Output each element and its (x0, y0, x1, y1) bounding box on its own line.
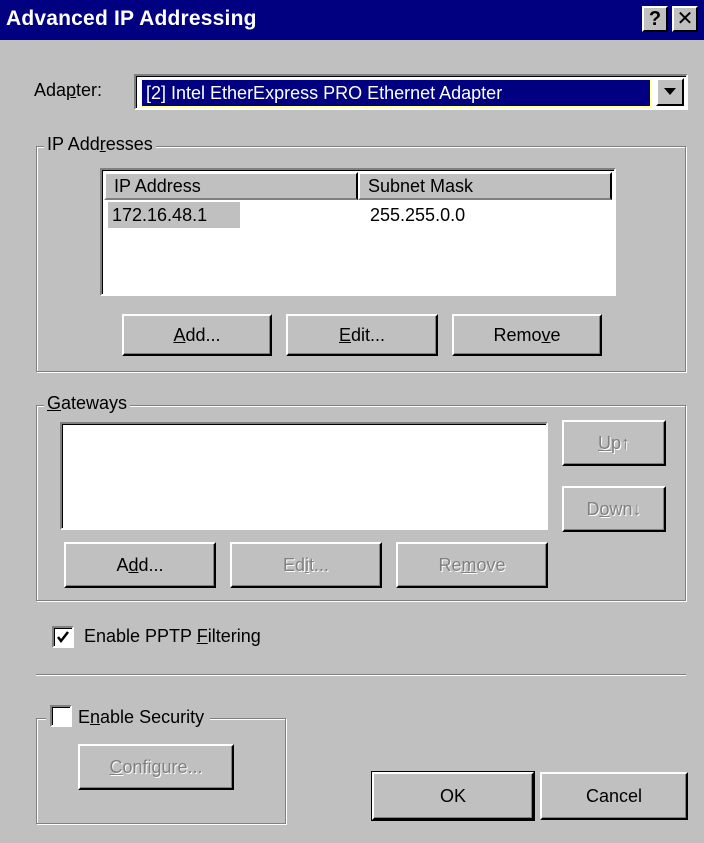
subnet-mask-cell[interactable]: 255.255.0.0 (370, 202, 465, 228)
cancel-button[interactable]: Cancel (540, 772, 688, 820)
column-header-ip-address[interactable]: IP Address (104, 172, 358, 200)
close-icon: ✕ (676, 8, 694, 30)
security-group-title: Enable Security (46, 705, 211, 728)
gateway-remove-button[interactable]: Remove (396, 542, 548, 588)
ip-edit-button[interactable]: Edit... (286, 314, 438, 356)
pptp-filtering-label[interactable]: Enable PPTP Filtering (84, 626, 261, 647)
gateway-edit-button[interactable]: Edit... (230, 542, 382, 588)
adapter-selected-value: [2] Intel EtherExpress PRO Ethernet Adap… (141, 79, 651, 107)
window-title: Advanced IP Addressing (6, 7, 257, 30)
ok-button[interactable]: OK (371, 771, 535, 821)
checkmark-icon (57, 631, 69, 644)
ip-address-cell[interactable]: 172.16.48.1 (108, 202, 240, 228)
enable-security-checkbox[interactable] (50, 705, 72, 727)
ip-remove-button[interactable]: Remove (452, 314, 602, 356)
gateway-add-button[interactable]: Add... (64, 542, 216, 588)
ip-addresses-group-title: IP Addresses (44, 134, 156, 155)
ip-address-list[interactable]: IP Address Subnet Mask 172.16.48.1 255.2… (100, 168, 616, 296)
close-button[interactable]: ✕ (672, 6, 698, 32)
adapter-dropdown-button[interactable] (656, 78, 684, 106)
enable-security-label[interactable]: Enable Security (78, 707, 204, 727)
adapter-combobox[interactable]: [2] Intel EtherExpress PRO Ethernet Adap… (134, 74, 688, 110)
adapter-label: Adapter: (34, 80, 103, 100)
ip-add-button[interactable]: Add... (122, 314, 272, 356)
title-bar[interactable]: Advanced IP Addressing ? ✕ (0, 0, 704, 40)
advanced-ip-dialog: Advanced IP Addressing ? ✕ Adapter: [2] … (0, 0, 704, 843)
chevron-down-icon (664, 88, 676, 95)
gateway-up-button[interactable]: Up↑ (562, 420, 666, 466)
pptp-filtering-checkbox[interactable] (52, 626, 74, 648)
column-header-subnet-mask[interactable]: Subnet Mask (358, 172, 612, 200)
gateways-list[interactable] (60, 422, 548, 530)
configure-button[interactable]: Configure... (78, 744, 234, 790)
gateways-group-title: Gateways (44, 393, 131, 414)
separator-line (36, 674, 686, 676)
help-button[interactable]: ? (642, 6, 668, 32)
help-icon: ? (648, 8, 662, 30)
gateway-down-button[interactable]: Down↓ (562, 486, 666, 532)
